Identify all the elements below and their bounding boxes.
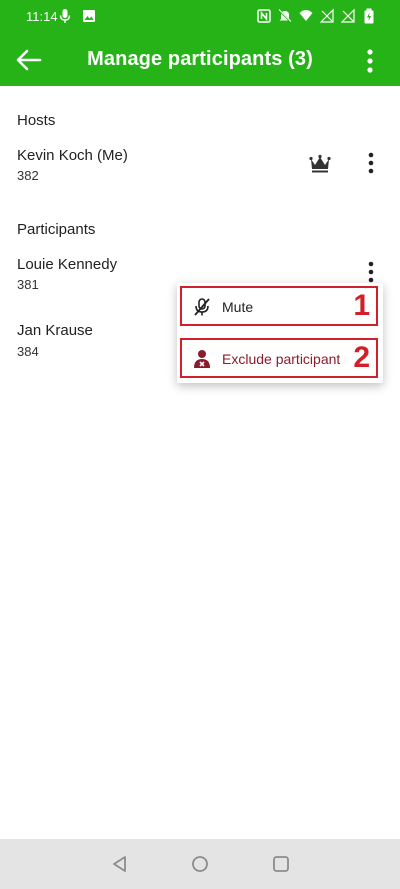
host-id: 382 — [17, 168, 39, 183]
participant-name: Jan Krause — [17, 322, 93, 339]
annotation-marker: 1 — [353, 289, 370, 322]
participant-id: 384 — [17, 344, 39, 359]
status-time: 11:14 — [26, 9, 58, 24]
host-name: Kevin Koch (Me) — [17, 147, 128, 164]
mute-bell-icon — [278, 9, 292, 23]
system-nav-bar — [0, 839, 400, 889]
participant-context-menu: Mute 1 Exclude participant 2 — [177, 283, 383, 383]
participant-id: 381 — [17, 277, 39, 292]
mute-label: Mute — [222, 299, 254, 315]
participant-name: Louie Kennedy — [17, 256, 118, 273]
crown-icon — [309, 154, 331, 173]
exclude-participant-menu-item[interactable]: Exclude participant 2 — [180, 338, 378, 378]
wifi-icon — [299, 10, 313, 21]
participants-label: Participants — [17, 221, 96, 238]
remove-user-icon — [194, 350, 210, 368]
recents-square-icon[interactable] — [271, 854, 291, 874]
mic-icon — [59, 9, 71, 23]
arrow-left-icon[interactable] — [14, 47, 44, 73]
status-bar: 11:14 — [0, 0, 400, 34]
image-icon — [83, 10, 95, 22]
back-triangle-icon[interactable] — [110, 854, 130, 874]
home-circle-icon[interactable] — [190, 854, 210, 874]
battery-icon — [364, 8, 374, 24]
mic-off-icon — [194, 298, 210, 316]
participant-more-options-icon[interactable] — [364, 260, 378, 284]
mute-menu-item[interactable]: Mute 1 — [180, 286, 378, 326]
page-title: Manage participants (3) — [87, 48, 313, 70]
exclude-participant-label: Exclude participant — [222, 351, 341, 367]
host-more-options-icon[interactable] — [364, 151, 378, 175]
app-bar: Manage participants (3) — [0, 34, 400, 86]
signal-icon-2 — [341, 8, 355, 23]
annotation-marker: 2 — [353, 341, 370, 374]
nfc-icon — [257, 9, 271, 23]
hosts-label: Hosts — [17, 112, 56, 129]
more-vert-icon[interactable] — [364, 48, 376, 74]
signal-icon — [320, 8, 334, 23]
